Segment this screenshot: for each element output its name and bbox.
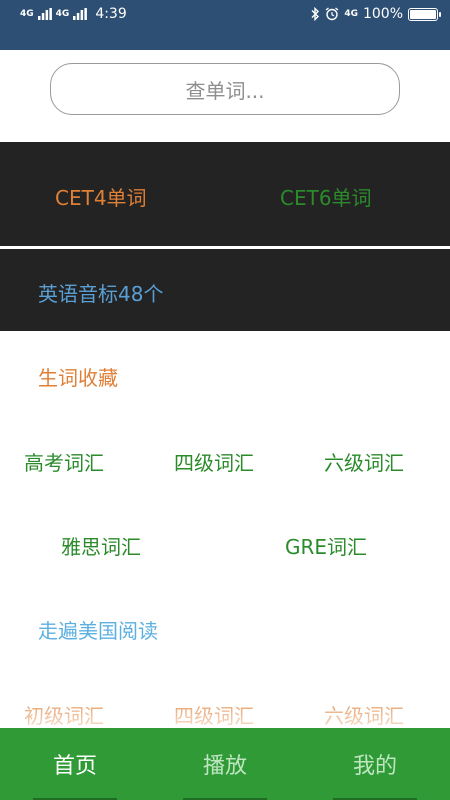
- status-bar: 4G 4G 4:39 4G 100%: [0, 0, 450, 50]
- vocab-cet6[interactable]: 六级词汇: [324, 447, 404, 476]
- battery-icon: [408, 7, 441, 21]
- reading-button[interactable]: 走遍美国阅读: [38, 615, 158, 644]
- vocab-gaokao[interactable]: 高考词汇: [24, 447, 104, 476]
- battery-fill: [410, 9, 436, 19]
- cet4-button[interactable]: CET4单词: [55, 182, 147, 211]
- signal-indicator-2: 4G: [55, 8, 70, 19]
- tab-profile[interactable]: 我的: [300, 728, 450, 800]
- tab-play[interactable]: 播放: [150, 728, 300, 800]
- battery-percent: 100%: [362, 6, 403, 22]
- signal-bars-icon: [37, 8, 52, 20]
- reading-cet4[interactable]: 四级词汇: [174, 700, 254, 729]
- tab-home[interactable]: 首页: [0, 728, 150, 800]
- cet-panel: CET4单词 CET6单词: [0, 142, 450, 246]
- bottom-tab-bar: 首页 播放 我的: [0, 728, 450, 800]
- search-placeholder: 查单词...: [185, 78, 265, 103]
- tab-home-label: 首页: [52, 754, 97, 779]
- phonetics-panel: 英语音标48个: [0, 249, 450, 331]
- cet6-button[interactable]: CET6单词: [280, 182, 372, 211]
- vocab-ielts[interactable]: 雅思词汇: [61, 531, 141, 560]
- tab-profile-label: 我的: [352, 754, 397, 779]
- status-left: 4G 4G 4:39: [20, 6, 127, 22]
- vocab-gre[interactable]: GRE词汇: [285, 531, 367, 560]
- alarm-icon: [325, 7, 339, 21]
- vocab-cet4[interactable]: 四级词汇: [174, 447, 254, 476]
- search-area: 查单词...: [0, 50, 450, 142]
- reading-cet6[interactable]: 六级词汇: [324, 700, 404, 729]
- signal-indicator-1: 4G: [20, 8, 34, 19]
- network-indicator: 4G: [344, 8, 358, 19]
- status-right: 4G 100%: [311, 6, 441, 22]
- reading-basic[interactable]: 初级词汇: [24, 700, 104, 729]
- signal-bars-icon-2: [73, 8, 88, 20]
- tab-play-label: 播放: [202, 754, 247, 779]
- search-input[interactable]: 查单词...: [50, 63, 400, 115]
- phonetics-button[interactable]: 英语音标48个: [38, 278, 163, 307]
- status-time: 4:39: [95, 6, 127, 22]
- bluetooth-icon: [311, 7, 320, 21]
- favorites-button[interactable]: 生词收藏: [38, 362, 118, 391]
